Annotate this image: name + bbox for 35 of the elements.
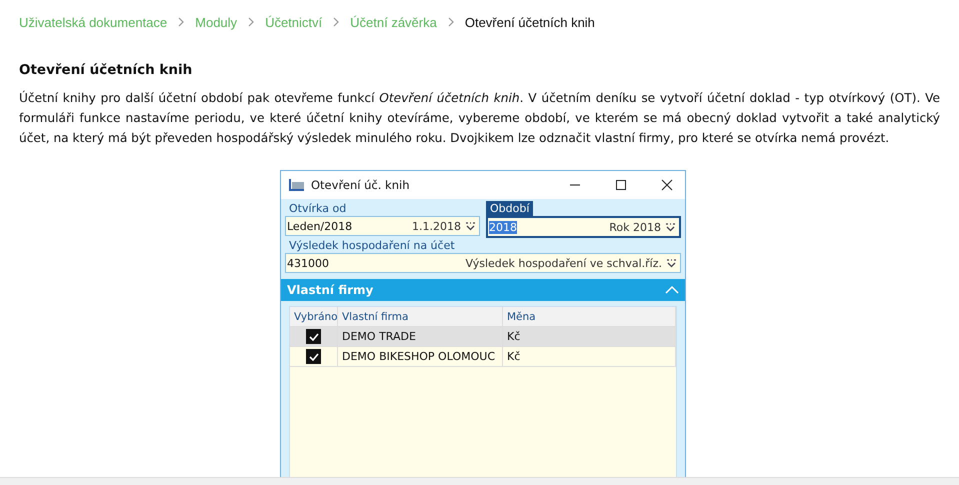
dropdown-icon[interactable] bbox=[665, 222, 676, 232]
chevron-icon[interactable] bbox=[665, 285, 679, 295]
dropdown-icon[interactable] bbox=[666, 258, 677, 268]
field-label: Otvírka od bbox=[288, 201, 348, 216]
checkbox[interactable] bbox=[306, 349, 321, 364]
column-header[interactable]: Vlastní firma bbox=[338, 307, 503, 326]
breadcrumb-separator-icon bbox=[247, 17, 256, 27]
dropdown-field[interactable]: 2018 Rok 2018 bbox=[486, 216, 681, 238]
horizontal-scrollbar[interactable] bbox=[0, 477, 959, 485]
paragraph: Účetní knihy pro další účetní období pak otevřeme funkcí Otevření účetních knih. V účetním deníku se vytvoří účetní doklad - typ otvírkový (OT). Ve formuláři funkce nastavíme periodu, ve které účetní knihy otevíráme, vybereme období, ve kterém se má obecný doklad vytvořit a také analytický účet, na který má být převeden hospodářský výsledek minulého roku. Dvojkikem lze odznačit vlastní firmy, pro které se otvírka nemá provézt. bbox=[19, 90, 940, 147]
field-label: Výsledek hospodaření na účet bbox=[288, 238, 456, 253]
breadcrumb-separator-icon bbox=[446, 17, 455, 27]
dropdown-field[interactable]: Leden/2018 1.1.2018 bbox=[285, 216, 480, 236]
table-cell: Kč bbox=[503, 327, 676, 346]
table-cell: DEMO TRADE bbox=[338, 327, 503, 346]
checkmark-icon bbox=[308, 352, 318, 360]
app-icon bbox=[289, 178, 305, 192]
checkmark-icon bbox=[308, 332, 318, 340]
breadcrumb-current[interactable]: Otevření účetních knih bbox=[464, 14, 595, 30]
close-icon[interactable] bbox=[661, 179, 673, 191]
checkbox[interactable] bbox=[306, 329, 321, 344]
column-header[interactable]: Měna bbox=[503, 307, 676, 326]
maximize-icon[interactable] bbox=[615, 179, 627, 191]
window-title: Otevření úč. knih bbox=[311, 178, 410, 192]
dropdown-icon[interactable] bbox=[465, 222, 476, 230]
table-cell: Kč bbox=[503, 347, 676, 366]
table-row[interactable]: DEMO BIKESHOP OLOMOUC Kč bbox=[290, 347, 676, 367]
column-header[interactable]: Vybráno bbox=[290, 307, 338, 326]
breadcrumb-separator-icon bbox=[177, 17, 186, 27]
table-row[interactable]: DEMO TRADE Kč bbox=[290, 327, 676, 347]
dropdown-field[interactable]: 431000 Výsledek hospodaření ve schval.říz. bbox=[285, 253, 681, 273]
breadcrumb-separator-icon bbox=[332, 17, 340, 27]
field-label: Období bbox=[486, 201, 534, 216]
section-heading: Otevření účetních knih bbox=[19, 62, 194, 80]
table-cell: DEMO BIKESHOP OLOMOUC bbox=[338, 347, 503, 366]
